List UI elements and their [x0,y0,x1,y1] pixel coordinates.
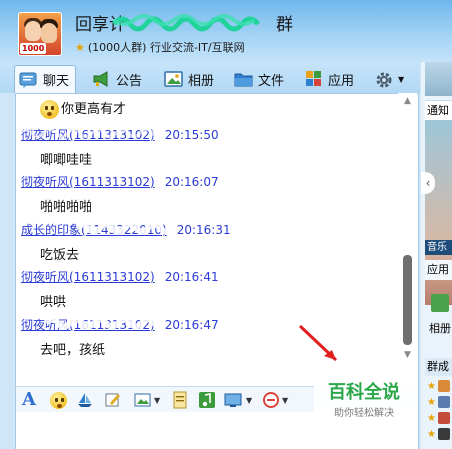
smiley-icon [40,100,59,119]
music-note-icon [199,392,215,408]
sender-name[interactable]: 彻夜听风(1611313102) [21,175,155,189]
message-text: 啪啪啪啪 [40,200,93,215]
avatar [438,380,450,392]
album-icon [164,70,184,88]
tab-notice[interactable]: 公告 [88,65,142,93]
star-icon: ★ [75,41,85,54]
watermark-title: 百科全说 [328,382,400,403]
tab-files[interactable]: 文件 [230,65,284,93]
redaction-scribble [112,14,260,32]
avatar [438,428,450,440]
sender-name[interactable]: 彻夜听风(1611313102) [21,270,155,284]
folder-icon [234,70,254,88]
chat-history[interactable]: 你更高有才 彻夜听风(1611313102) 20:15:50 唧唧哇哇 彻夜听风… [15,93,419,363]
watermark: 百科全说 助你轻松解决 [314,372,418,426]
tab-chat[interactable]: 聊天 [14,65,76,93]
edit-icon [105,393,120,407]
message-header[interactable]: 彻夜听风(1611313102) 20:16:07 [21,173,219,190]
member-item[interactable]: ★ [427,428,451,442]
message-time: 20:16:07 [164,175,219,189]
message-time: 20:16:47 [164,318,219,332]
tab-apps[interactable]: 应用 [300,65,354,93]
album-app-icon[interactable] [431,294,449,312]
member-item[interactable]: ★ [427,412,451,426]
message-header[interactable]: 彻夜听风(1611313102) 20:16:41 [21,268,219,285]
megaphone-icon [92,70,112,88]
message-time: 20:16:41 [164,270,219,284]
side-notice-title[interactable]: 通知 [425,100,452,120]
member-item[interactable]: ★ [427,396,451,410]
message-time: 20:16:31 [176,223,231,237]
redaction-scribble [76,221,171,235]
font-button[interactable]: A [22,391,36,409]
redaction-scribble [20,128,166,138]
message-time: 20:15:50 [164,128,219,142]
gear-icon [374,70,394,88]
group-subline: ★ (1000人群) 行业交流-IT/互联网 [75,41,245,54]
chevron-down-icon: ▼ [154,395,161,405]
tab-album[interactable]: 相册 [160,65,214,93]
avatar-badge: 1000 [20,43,47,54]
side-members-title[interactable]: 群成 [425,358,452,376]
chevron-down-icon: ▼ [398,74,405,84]
redaction-scribble [46,316,166,330]
annotation-arrow [298,324,338,362]
screenshot-button[interactable]: ▼ [224,391,252,409]
font-icon: A [22,389,36,410]
side-apps-title[interactable]: 应用 [425,260,452,280]
group-header: 1000 回享计群 ★ (1000人群) 行业交流-IT/互联网 [0,0,452,62]
star-icon: ★ [427,397,436,408]
watermark-subtitle: 助你轻松解决 [334,408,394,419]
member-item[interactable]: ★ [427,380,451,394]
message-text: 去吧，孩纸 [40,343,106,358]
scroll-down-icon[interactable]: ▼ [401,349,414,361]
note-icon [173,391,187,409]
star-icon: ★ [427,429,436,440]
tab-bar: 聊天 公告 相册 文件 应用 ▼ [0,62,420,93]
star-icon: ★ [427,413,436,424]
message-text: 哄哄 [40,295,67,310]
record-button[interactable]: ▼ [262,391,288,409]
side-photo [425,62,452,96]
group-avatar[interactable]: 1000 [18,12,62,56]
chevron-down-icon: ▼ [282,395,289,405]
screenshot-icon [224,393,242,407]
avatar [438,412,450,424]
scroll-up-icon[interactable]: ▲ [401,95,414,107]
chevron-down-icon: ▼ [246,395,253,405]
chat-scrollbar[interactable]: ▲ ▼ [398,93,417,363]
image-icon [134,393,151,407]
side-album-label[interactable]: 相册 [429,320,451,336]
note-button[interactable] [172,391,188,409]
settings-menu[interactable]: ▼ [370,65,404,93]
apps-icon [304,70,324,88]
image-button[interactable]: ▼ [134,391,160,409]
edit-button[interactable] [104,391,122,409]
side-panel: 通知 ‹ 音乐 应用 相册 群成 ★ ★ ★ ★ [421,62,452,449]
side-music-label[interactable]: 音乐 [425,240,452,255]
message-text: 吃饭去 [40,248,80,263]
scroll-thumb[interactable] [403,255,412,345]
chat-icon [19,71,39,89]
avatar [438,396,450,408]
emoji-icon [50,391,67,409]
ship-icon [78,393,92,407]
star-icon: ★ [427,381,436,392]
emoji-button[interactable] [50,391,69,409]
message-text: 唧唧哇哇 [40,153,93,168]
record-icon [263,392,279,408]
message-text: 你更高有才 [40,98,126,119]
shake-button[interactable] [76,391,94,409]
music-button[interactable] [198,391,216,409]
